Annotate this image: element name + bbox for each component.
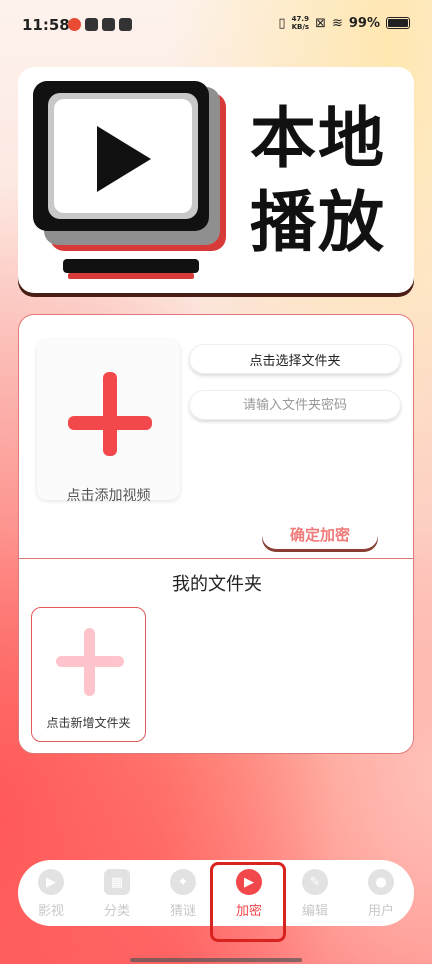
select-folder-button[interactable]: 点击选择文件夹 [189, 344, 401, 374]
wifi-icon: ≋ [331, 15, 343, 31]
battery-icon [386, 17, 410, 29]
banner-title: 本地 播放 [250, 100, 386, 261]
grid-icon: ▦ [104, 869, 130, 895]
add-folder-label: 点击新增文件夹 [46, 716, 131, 730]
folder-password-input[interactable] [189, 390, 401, 420]
nav-item-categories[interactable]: ▦ 分类 [84, 860, 150, 926]
folder-password-field[interactable] [189, 390, 401, 420]
no-sim-icon: ⊠ [315, 15, 326, 31]
puzzle-icon: ✦ [170, 869, 196, 895]
mail-icon [119, 18, 132, 31]
user-icon: ● [368, 869, 394, 895]
battery-percent: 99% [348, 15, 380, 31]
confirm-encrypt-button[interactable]: 确定加密 [262, 519, 378, 549]
divider [19, 558, 413, 559]
status-right: ▯ 47.9 KB/s ⊠ ≋ 99% [278, 15, 410, 31]
home-indicator[interactable] [130, 958, 302, 962]
add-video-button[interactable]: 点击添加视频 [37, 340, 180, 504]
network-speed: 47.9 KB/s [291, 15, 310, 31]
my-folders-title: 我的文件夹 [172, 574, 262, 595]
plus-icon [68, 372, 152, 456]
play-circle-icon: ▶ [38, 869, 64, 895]
vibrate-icon: ▯ [278, 15, 286, 31]
edit-icon: ✎ [302, 869, 328, 895]
link-icon [85, 18, 98, 31]
status-bar: 11:58 ▯ 47.9 KB/s ⊠ ≋ 99% [0, 0, 432, 50]
nav-item-edit[interactable]: ✎ 编辑 [282, 860, 348, 926]
active-tab-highlight [210, 862, 286, 942]
status-time: 11:58 [22, 16, 70, 34]
add-video-label: 点击添加视频 [66, 488, 151, 504]
nav-item-user[interactable]: ● 用户 [348, 860, 414, 926]
add-folder-button[interactable]: 点击新增文件夹 [31, 607, 146, 742]
tiktok-icon [102, 18, 115, 31]
nav-item-movies[interactable]: ▶ 影视 [18, 860, 84, 926]
weibo-icon [68, 18, 81, 31]
tv-play-icon [33, 81, 226, 279]
notification-icons [68, 18, 132, 31]
local-play-banner[interactable]: 本地 播放 [18, 67, 414, 293]
nav-item-riddles[interactable]: ✦ 猜谜 [150, 860, 216, 926]
encrypt-card: 点击添加视频 点击选择文件夹 确定加密 我的文件夹 点击新增文件夹 [18, 314, 414, 754]
